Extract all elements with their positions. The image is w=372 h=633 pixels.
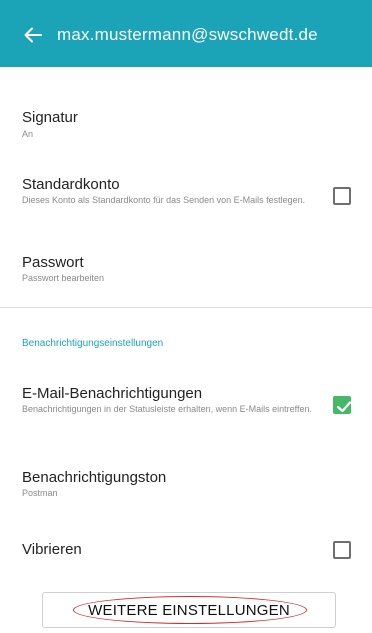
notification-section-header: Benachrichtigungseinstellungen — [22, 338, 164, 349]
standardkonto-description: Dieses Konto als Standardkonto für das S… — [22, 195, 306, 205]
signatur-value: An — [22, 129, 34, 139]
notification-sound-value: Postman — [22, 488, 58, 498]
section-divider — [0, 307, 372, 308]
notification-sound-title: Benachrichtigungston — [22, 469, 167, 486]
standardkonto-checkbox[interactable] — [333, 187, 351, 205]
signatur-setting[interactable]: Signatur An — [0, 100, 372, 150]
standardkonto-title: Standardkonto — [22, 176, 120, 193]
vibrate-checkbox[interactable] — [333, 541, 351, 559]
account-email-title: max.mustermann@swschwedt.de — [57, 25, 318, 44]
email-notifications-title: E-Mail-Benachrichtigungen — [22, 385, 203, 402]
email-notifications-setting[interactable]: E-Mail-Benachrichtigungen Benachrichtigu… — [0, 376, 372, 436]
vibrate-title: Vibrieren — [22, 541, 82, 558]
checkmark-icon — [336, 401, 352, 413]
back-arrow-icon[interactable] — [24, 27, 42, 43]
passwort-title: Passwort — [22, 254, 84, 271]
passwort-description: Passwort bearbeiten — [22, 273, 105, 283]
more-settings-button[interactable]: WEITERE EINSTELLUNGEN — [42, 592, 336, 628]
vibrate-setting[interactable]: Vibrieren — [0, 530, 372, 570]
settings-screen: max.mustermann@swschwedt.de Signatur An … — [0, 0, 372, 633]
standardkonto-setting[interactable]: Standardkonto Dieses Konto als Standardk… — [0, 167, 372, 227]
more-settings-label: WEITERE EINSTELLUNGEN — [88, 602, 290, 619]
email-notifications-checkbox[interactable] — [333, 396, 352, 414]
signatur-title: Signatur — [22, 109, 78, 126]
passwort-setting[interactable]: Passwort Passwort bearbeiten — [0, 245, 372, 290]
email-notifications-description: Benachrichtigungen in der Statusleiste e… — [22, 404, 313, 414]
notification-sound-setting[interactable]: Benachrichtigungston Postman — [0, 460, 372, 505]
app-bar: max.mustermann@swschwedt.de — [0, 0, 372, 67]
